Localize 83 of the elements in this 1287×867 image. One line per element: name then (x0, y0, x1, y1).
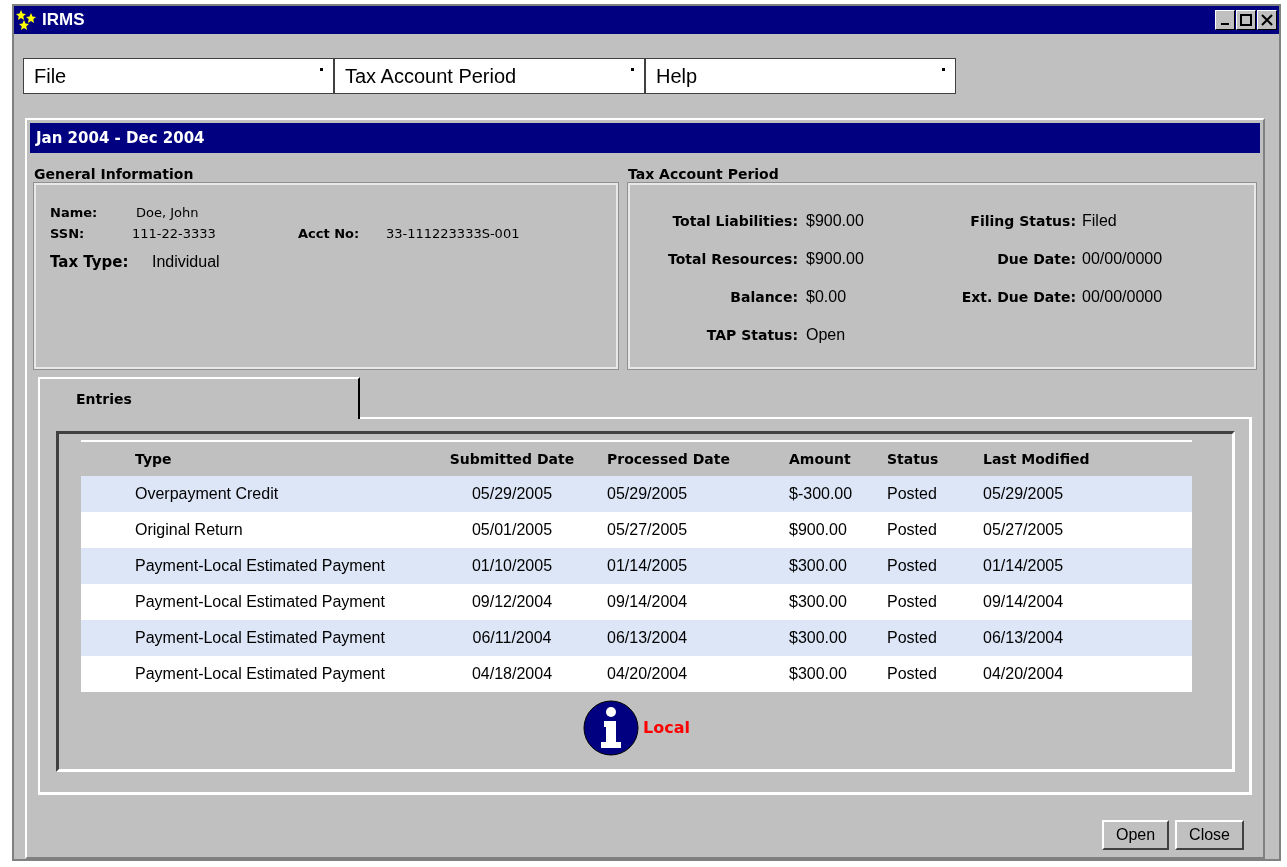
table-cell-text: $300.00 (788, 592, 848, 612)
info-icon (583, 700, 639, 756)
field-value: Individual (152, 252, 220, 272)
field-label: Due Date: (996, 249, 1077, 269)
minimize-icon (1221, 23, 1229, 25)
close-button[interactable] (1257, 10, 1277, 30)
table-cell-text: Posted (886, 484, 938, 504)
column-header: Last Modified (982, 449, 1091, 469)
field-value: $900.00 (806, 249, 864, 269)
field-value: 00/00/0000 (1082, 287, 1163, 307)
menu-button[interactable]: Tax Account Period (334, 58, 645, 94)
field-label: Ext. Due Date: (960, 287, 1077, 307)
field-label: Acct No: (298, 225, 361, 244)
table-cell-text: 01/14/2005 (606, 556, 689, 576)
menu-button[interactable]: Help (645, 58, 956, 94)
table-cell-text: Payment-Local Estimated Payment (134, 556, 386, 576)
field-label: Tax Type: (50, 251, 130, 273)
section-title: General Information (34, 165, 195, 183)
window-title: IRMS (42, 9, 85, 32)
legend-label: Local (643, 717, 690, 739)
column-header: Amount (788, 449, 852, 469)
table-cell-text: Original Return (134, 520, 244, 540)
table-cell-text: 09/12/2004 (470, 592, 554, 612)
table-cell-text: 05/29/2005 (470, 484, 554, 504)
dialog-button[interactable]: Close (1175, 820, 1244, 850)
table-cell-text: $-300.00 (788, 484, 854, 504)
menu-button[interactable]: File (23, 58, 334, 94)
field-label: Total Liabilities: (671, 211, 799, 231)
maximize-icon (1240, 14, 1252, 26)
column-header: Submitted Date (448, 449, 576, 469)
table-cell-text: 04/20/2004 (982, 664, 1065, 684)
table-cell-text: $900.00 (788, 520, 848, 540)
table-cell-text: Posted (886, 592, 938, 612)
table-cell-text: 05/27/2005 (606, 520, 689, 540)
table-cell-text: 01/14/2005 (982, 556, 1065, 576)
stars-icon (16, 9, 38, 31)
section-title: Tax Account Period (628, 165, 780, 183)
field-value: 33-111223333S-001 (386, 225, 520, 244)
table-cell-text: 05/29/2005 (606, 484, 689, 504)
table-cell-text: 05/29/2005 (982, 484, 1065, 504)
dialog-button[interactable]: Open (1101, 820, 1170, 850)
field-label: SSN: (50, 225, 86, 244)
table-cell-text: 06/11/2004 (471, 628, 553, 648)
tab[interactable]: Entries (38, 377, 360, 419)
table-cell-text: 05/01/2005 (470, 520, 554, 540)
table-cell-text: 01/10/2005 (470, 556, 554, 576)
field-value: $900.00 (806, 211, 864, 231)
table-cell-text: Posted (886, 556, 938, 576)
table-cell-text: $300.00 (788, 664, 848, 684)
table-cell-text: Posted (886, 628, 938, 648)
field-label: Total Resources: (667, 249, 799, 269)
table-cell-text: Posted (886, 664, 938, 684)
table-cell-text: 04/18/2004 (470, 664, 554, 684)
field-value: 00/00/0000 (1082, 249, 1163, 269)
period-header: Jan 2004 - Dec 2004 (30, 123, 1260, 153)
table-cell-text: 09/14/2004 (606, 592, 689, 612)
column-header: Status (886, 449, 940, 469)
minimize-button[interactable] (1215, 10, 1235, 30)
field-value: Filed (1082, 211, 1117, 231)
table-cell-text: Payment-Local Estimated Payment (134, 628, 386, 648)
column-header: Type (134, 449, 173, 469)
table-cell-text: 09/14/2004 (982, 592, 1065, 612)
table-cell-text: Payment-Local Estimated Payment (134, 592, 386, 612)
close-icon (1261, 14, 1273, 26)
field-value: $0.00 (806, 287, 847, 307)
table-cell-text: $300.00 (788, 628, 848, 648)
field-label: Name: (50, 204, 99, 223)
field-value: Open (806, 325, 846, 345)
field-label: Filing Status: (969, 211, 1077, 231)
column-header: Processed Date (606, 449, 731, 469)
table-cell-text: 06/13/2004 (606, 628, 689, 648)
table-cell-text: $300.00 (788, 556, 848, 576)
table-cell-text: Overpayment Credit (134, 484, 280, 504)
table-cell-text: Posted (886, 520, 938, 540)
table-cell-text: 04/20/2004 (606, 664, 689, 684)
maximize-button[interactable] (1236, 10, 1256, 30)
field-value: Doe, John (136, 204, 199, 223)
field-value: 111-22-3333 (132, 225, 217, 244)
table-cell-text: Payment-Local Estimated Payment (134, 664, 386, 684)
field-label: Balance: (729, 287, 799, 307)
table-cell-text: 05/27/2005 (982, 520, 1065, 540)
table-cell-text: 06/13/2004 (982, 628, 1065, 648)
field-label: TAP Status: (705, 325, 799, 345)
